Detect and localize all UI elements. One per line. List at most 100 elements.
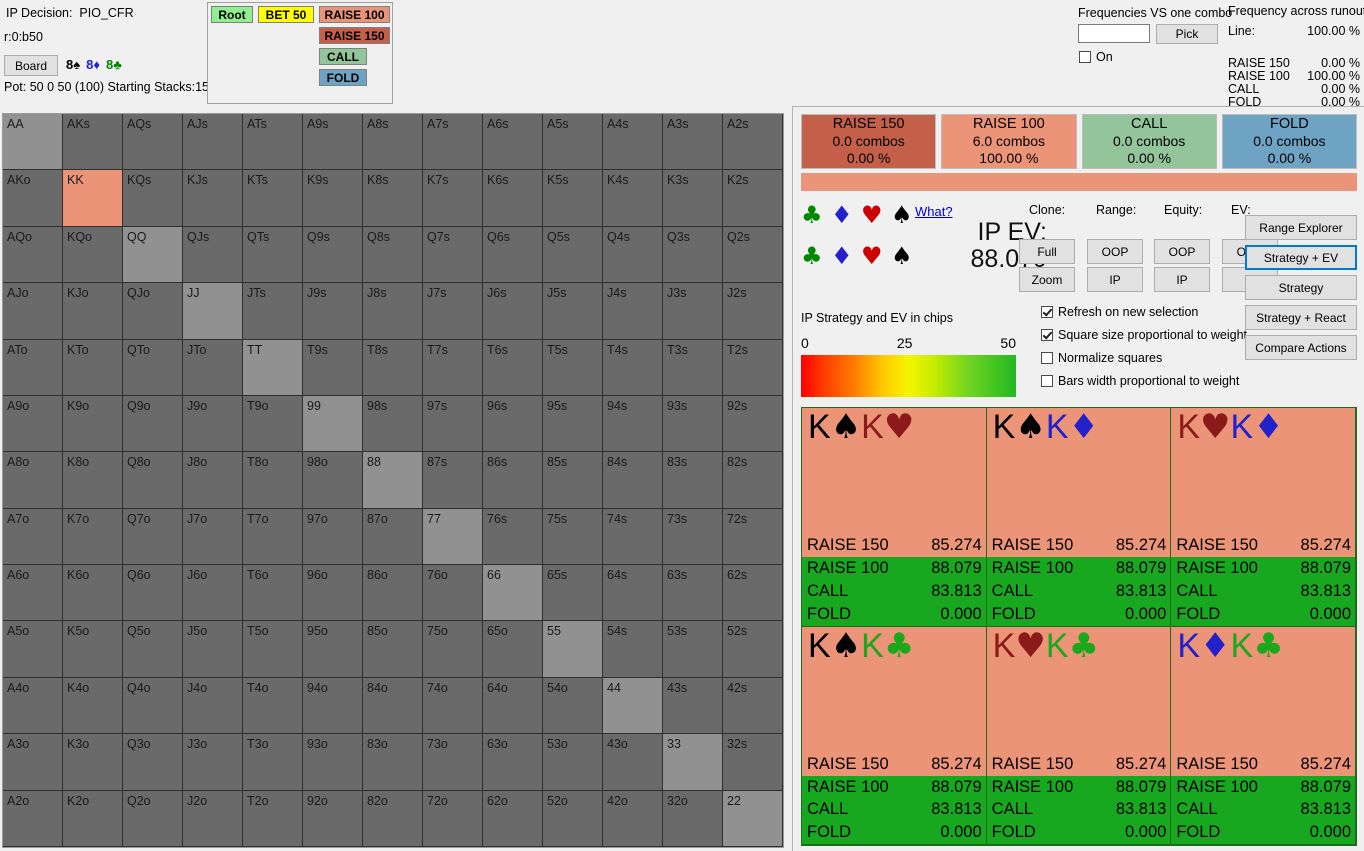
matrix-cell-T9s[interactable]: T9s xyxy=(303,339,363,396)
matrix-cell-55[interactable]: 55 xyxy=(543,621,603,678)
matrix-cell-K9o[interactable]: K9o xyxy=(63,395,123,453)
matrix-cell-44[interactable]: 44 xyxy=(603,677,663,735)
matrix-cell-A6s[interactable]: A6s xyxy=(483,114,543,171)
button-equity-oop[interactable]: OOP xyxy=(1154,239,1210,264)
matrix-cell-J9o[interactable]: J9o xyxy=(183,395,243,453)
spade-icon[interactable]: ♠ xyxy=(891,244,913,268)
matrix-cell-Q2o[interactable]: Q2o xyxy=(123,790,183,847)
heart-icon[interactable]: ♥ xyxy=(861,203,883,227)
matrix-cell-Q9s[interactable]: Q9s xyxy=(303,226,363,284)
action-summary-call[interactable]: CALL 0.0 combos 0.00 % xyxy=(1081,114,1217,169)
matrix-cell-KTs[interactable]: KTs xyxy=(243,170,303,227)
matrix-cell-A2s[interactable]: A2s xyxy=(723,114,783,171)
matrix-cell-33[interactable]: 33 xyxy=(663,734,723,791)
matrix-cell-K8o[interactable]: K8o xyxy=(63,452,123,509)
matrix-cell-KJo[interactable]: KJo xyxy=(63,283,123,340)
matrix-cell-Q6o[interactable]: Q6o xyxy=(123,565,183,622)
matrix-cell-32s[interactable]: 32s xyxy=(723,734,783,791)
tree-node-call[interactable]: CALL xyxy=(319,48,367,65)
matrix-cell-K2o[interactable]: K2o xyxy=(63,790,123,847)
matrix-cell-QJo[interactable]: QJo xyxy=(123,283,183,340)
matrix-cell-66[interactable]: 66 xyxy=(483,565,543,622)
matrix-cell-65s[interactable]: 65s xyxy=(543,565,603,622)
checkbox-box[interactable] xyxy=(1041,352,1053,364)
matrix-cell-K2s[interactable]: K2s xyxy=(723,170,783,227)
combo-card[interactable]: K♠K♦ RAISE 150 85.274 RAISE 100 88.079 CALL 83… xyxy=(986,408,1172,627)
button-clone-zoom[interactable]: Zoom xyxy=(1019,267,1075,292)
matrix-cell-63o[interactable]: 63o xyxy=(483,734,543,791)
matrix-cell-87o[interactable]: 87o xyxy=(363,508,423,566)
action-summary-raise-100[interactable]: RAISE 100 6.0 combos 100.00 % xyxy=(941,114,1077,169)
checkbox-box[interactable] xyxy=(1041,306,1053,318)
matrix-cell-J5s[interactable]: J5s xyxy=(543,283,603,340)
matrix-cell-Q8s[interactable]: Q8s xyxy=(363,226,423,284)
matrix-cell-32o[interactable]: 32o xyxy=(663,790,723,847)
matrix-cell-T3o[interactable]: T3o xyxy=(243,734,303,791)
matrix-cell-63s[interactable]: 63s xyxy=(663,565,723,622)
matrix-cell-A7s[interactable]: A7s xyxy=(423,114,483,171)
matrix-cell-64o[interactable]: 64o xyxy=(483,677,543,735)
tree-node-bet-50[interactable]: BET 50 xyxy=(258,6,314,23)
matrix-cell-T4o[interactable]: T4o xyxy=(243,677,303,735)
matrix-cell-T5o[interactable]: T5o xyxy=(243,621,303,678)
matrix-cell-54o[interactable]: 54o xyxy=(543,677,603,735)
matrix-cell-K4o[interactable]: K4o xyxy=(63,677,123,735)
matrix-cell-K3o[interactable]: K3o xyxy=(63,734,123,791)
matrix-cell-Q4o[interactable]: Q4o xyxy=(123,677,183,735)
matrix-cell-43o[interactable]: 43o xyxy=(603,734,663,791)
matrix-cell-J4s[interactable]: J4s xyxy=(603,283,663,340)
matrix-cell-A5s[interactable]: A5s xyxy=(543,114,603,171)
matrix-cell-AKo[interactable]: AKo xyxy=(3,170,63,227)
matrix-cell-AQs[interactable]: AQs xyxy=(123,114,183,171)
matrix-cell-J2o[interactable]: J2o xyxy=(183,790,243,847)
matrix-cell-Q7o[interactable]: Q7o xyxy=(123,508,183,566)
matrix-cell-KJs[interactable]: KJs xyxy=(183,170,243,227)
matrix-cell-KK[interactable]: KK xyxy=(63,170,123,227)
matrix-cell-K8s[interactable]: K8s xyxy=(363,170,423,227)
matrix-cell-A9s[interactable]: A9s xyxy=(303,114,363,171)
matrix-cell-A8s[interactable]: A8s xyxy=(363,114,423,171)
matrix-cell-85s[interactable]: 85s xyxy=(543,452,603,509)
matrix-cell-62o[interactable]: 62o xyxy=(483,790,543,847)
matrix-cell-AJs[interactable]: AJs xyxy=(183,114,243,171)
matrix-cell-QQ[interactable]: QQ xyxy=(123,226,183,284)
matrix-cell-J2s[interactable]: J2s xyxy=(723,283,783,340)
matrix-cell-Q6s[interactable]: Q6s xyxy=(483,226,543,284)
matrix-cell-82o[interactable]: 82o xyxy=(363,790,423,847)
tree-node-raise-150[interactable]: RAISE 150 xyxy=(319,27,390,44)
matrix-cell-A4s[interactable]: A4s xyxy=(603,114,663,171)
matrix-cell-62s[interactable]: 62s xyxy=(723,565,783,622)
matrix-cell-K6o[interactable]: K6o xyxy=(63,565,123,622)
matrix-cell-99[interactable]: 99 xyxy=(303,395,363,453)
matrix-cell-95o[interactable]: 95o xyxy=(303,621,363,678)
tree-node-raise-100[interactable]: RAISE 100 xyxy=(319,6,390,23)
matrix-cell-T3s[interactable]: T3s xyxy=(663,339,723,396)
matrix-cell-84s[interactable]: 84s xyxy=(603,452,663,509)
action-summary-raise-150[interactable]: RAISE 150 0.0 combos 0.00 % xyxy=(801,114,937,169)
button-compare-actions[interactable]: Compare Actions xyxy=(1245,335,1357,360)
matrix-cell-T2o[interactable]: T2o xyxy=(243,790,303,847)
matrix-cell-96o[interactable]: 96o xyxy=(303,565,363,622)
matrix-cell-A8o[interactable]: A8o xyxy=(3,452,63,509)
matrix-cell-75s[interactable]: 75s xyxy=(543,508,603,566)
matrix-cell-K5o[interactable]: K5o xyxy=(63,621,123,678)
matrix-cell-T7o[interactable]: T7o xyxy=(243,508,303,566)
what-help-link[interactable]: What? xyxy=(915,204,953,219)
matrix-cell-T9o[interactable]: T9o xyxy=(243,395,303,453)
matrix-cell-AKs[interactable]: AKs xyxy=(63,114,123,171)
matrix-cell-52s[interactable]: 52s xyxy=(723,621,783,678)
matrix-cell-J6s[interactable]: J6s xyxy=(483,283,543,340)
button-strategy[interactable]: Strategy xyxy=(1245,275,1357,300)
matrix-cell-42s[interactable]: 42s xyxy=(723,677,783,735)
diamond-icon[interactable]: ♦ xyxy=(831,203,853,227)
matrix-cell-94s[interactable]: 94s xyxy=(603,395,663,453)
combo-card[interactable]: K♦K♣ RAISE 150 85.274 RAISE 100 88.079 CALL 83… xyxy=(1171,626,1356,845)
matrix-cell-A3s[interactable]: A3s xyxy=(663,114,723,171)
action-summary-fold[interactable]: FOLD 0.0 combos 0.00 % xyxy=(1221,114,1357,169)
tree-node-root[interactable]: Root xyxy=(211,6,253,23)
matrix-cell-86o[interactable]: 86o xyxy=(363,565,423,622)
combo-card[interactable]: K♠K♣ RAISE 150 85.274 RAISE 100 88.079 CALL 83… xyxy=(802,626,987,845)
matrix-cell-ATo[interactable]: ATo xyxy=(3,339,63,396)
matrix-cell-Q7s[interactable]: Q7s xyxy=(423,226,483,284)
club-icon[interactable]: ♣ xyxy=(801,244,823,268)
